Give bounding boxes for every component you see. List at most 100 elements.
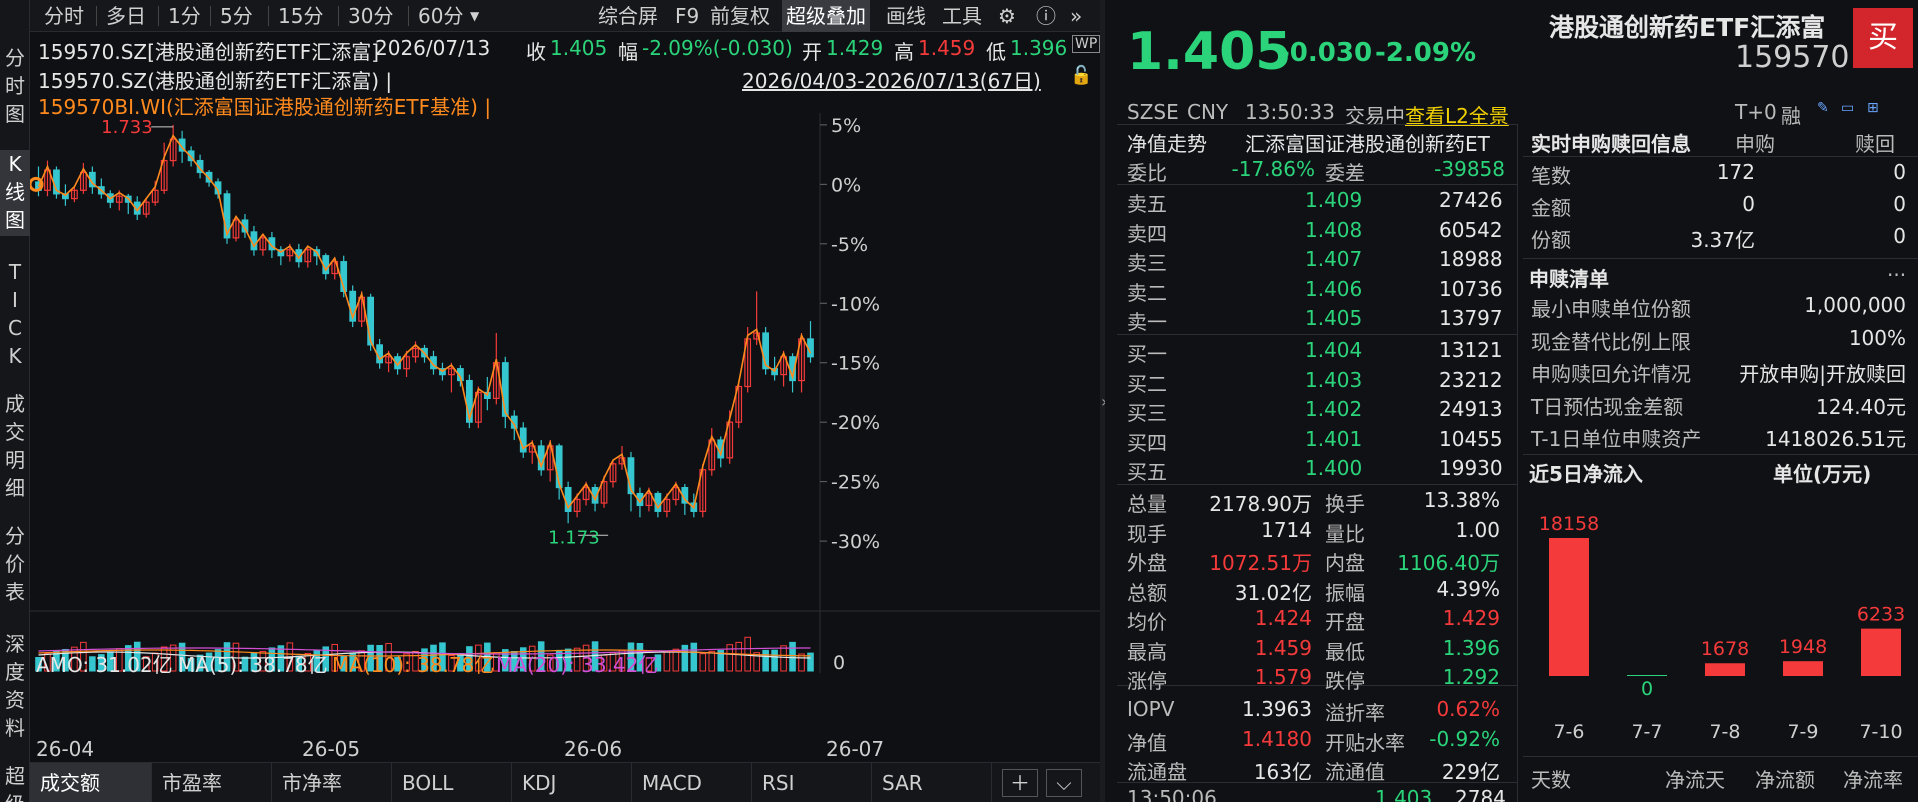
inflow-date: 7-7 [1631,721,1662,743]
margin-label: 融 [1781,104,1801,128]
footer-netrate[interactable]: 净流率 [1843,764,1903,793]
stat-value: 1.579 [1254,665,1312,689]
tab-boll[interactable]: BOLL [392,763,512,802]
tab-rsi[interactable]: RSI [752,763,872,802]
list-more-icon[interactable]: ··· [1887,263,1906,287]
tick-price: 1.403 [1375,786,1433,802]
vtab-super[interactable]: 超级 [0,762,30,802]
flow-unit: 单位(万元) [1773,462,1872,486]
period-15min[interactable]: 15分 [278,0,323,32]
creation-row-label: 金额 [1531,196,1571,220]
tools-button[interactable]: 工具 [942,0,982,32]
stat-label: 开盘 [1325,610,1365,634]
price-change: -0.030 [1279,38,1373,68]
f9-button[interactable]: F9 [675,0,699,32]
period-timeshare[interactable]: 分时 [44,0,84,32]
vtab-tick[interactable]: TICK [0,258,30,368]
iopv-label: 溢折率 [1325,701,1385,725]
vtab-timeshare[interactable]: 分时图 [0,44,30,128]
stat-label: 最低 [1325,639,1365,664]
tab-pe[interactable]: 市盈率 [152,763,272,802]
date-range[interactable]: 2026/04/03-2026/07/13(67日) [742,65,1041,94]
quote-time: 13:50:33 [1245,100,1335,124]
list-row-value: 100% [1848,325,1906,350]
settings-icon[interactable]: ⚙ [998,0,1016,32]
collapse-icon[interactable]: » [1070,0,1082,32]
vtab-depth[interactable]: 深度资料 [0,630,30,745]
tab-amount[interactable]: 成交额 [30,763,152,802]
x-tick-label: 26-04 [36,737,95,761]
tab-sar[interactable]: SAR [872,763,992,802]
tab-macd[interactable]: MACD [632,763,752,802]
adjust-button[interactable]: 前复权 [710,0,770,32]
kline-chart-area: 159570.SZ[港股通创新药ETF汇添富] 2026/07/13 收 1.4… [30,33,1101,798]
expand-icon[interactable]: ⊞ [1867,100,1879,116]
y-tick-label: -20% [831,412,880,434]
iopv-label: 流通盘 [1127,760,1187,784]
footer-netamount[interactable]: 净流额 [1755,764,1815,793]
creation-title: 实时申购赎回信息 [1531,132,1691,156]
tab-pb[interactable]: 市净率 [272,763,392,802]
security-name: 港股通创新药ETF汇添富 [1549,13,1826,42]
stat-label: 均价 [1127,610,1167,634]
period-1min[interactable]: 1分 [168,0,201,32]
ask-price: 1.408 [1305,217,1363,242]
vtab-price-dist[interactable]: 分价表 [0,522,30,608]
y-tick-label: -25% [831,472,880,494]
iopv-label: 开贴水率 [1325,730,1405,755]
stat-label: 换手 [1325,492,1365,516]
vtab-kline[interactable]: K线图 [0,150,30,236]
period-dropdown-icon[interactable]: ▼ [470,0,479,32]
ask-volume: 13797 [1439,306,1503,330]
low-label: 低 [986,40,1006,64]
inflow-date: 7-8 [1709,721,1740,743]
footer-days[interactable]: 天数 [1531,764,1571,793]
ask-price: 1.406 [1305,276,1363,301]
footer-netdays[interactable]: 净流天 [1665,764,1725,793]
more-indicator-icon[interactable]: ⌵ [1046,769,1082,797]
ask-label: 卖四 [1127,221,1167,246]
nav-trend-label[interactable]: 净值走势 [1127,128,1207,157]
list-row-value: 1,000,000 [1804,293,1906,317]
change-value: -2.09%(-0.030) [642,36,793,60]
period-60min[interactable]: 60分 [418,0,463,32]
edit-icon[interactable]: ✎ [1817,100,1829,116]
exchange-label: SZSE [1127,100,1179,124]
candlestick-chart[interactable]: 5% 0% -5% -10% -15% -20% -25% -30% 1.733 1.173 0 [30,113,1100,673]
list-row-label: T日预估现金差额 [1531,394,1684,419]
weibi-label: 委比 [1127,161,1167,185]
period-multiday[interactable]: 多日 [106,0,146,32]
period-5min[interactable]: 5分 [220,0,253,32]
creation-row-buy: 3.37亿 [1690,228,1755,252]
ask-price: 1.405 [1305,306,1363,330]
volume-bar [798,653,805,672]
stat-label: 总额 [1127,580,1167,605]
volume-bar [690,642,698,672]
bid-label: 买三 [1127,401,1167,425]
stat-label: 总量 [1127,492,1167,516]
add-indicator-icon[interactable]: ＋ [1002,769,1038,797]
list-row-value: 124.40元 [1816,394,1906,419]
lock-icon[interactable]: 🔓 [1070,65,1092,86]
stat-value: 1.429 [1442,606,1500,630]
ask-label: 卖三 [1127,251,1167,275]
bid-price: 1.403 [1305,367,1363,392]
tab-kdj[interactable]: KDJ [512,763,632,802]
help-icon[interactable]: ⓘ [1036,0,1056,32]
draw-line-button[interactable]: 画线 [886,0,926,32]
list-row-value: 开放申购|开放赎回 [1739,362,1906,386]
buy-button[interactable]: 买 [1853,8,1913,68]
minus-icon[interactable]: ▭ [1841,100,1854,116]
creation-col-buy: 申购 [1735,132,1775,156]
super-overlay-button[interactable]: 超级叠加 [782,0,870,32]
ask-label: 卖五 [1127,192,1167,216]
ask-volume: 27426 [1439,188,1503,212]
stat-value: 1.424 [1254,606,1312,630]
vtab-trade-detail[interactable]: 成交明细 [0,390,30,500]
wp-icon[interactable]: WP [1072,35,1101,53]
bid-volume: 10455 [1439,426,1503,451]
composite-screen-button[interactable]: 综合屏 [598,0,658,32]
vol-ma20-label: MA(20): 33.42亿 [496,653,659,677]
bid-price: 1.401 [1305,426,1363,451]
period-30min[interactable]: 30分 [348,0,393,32]
